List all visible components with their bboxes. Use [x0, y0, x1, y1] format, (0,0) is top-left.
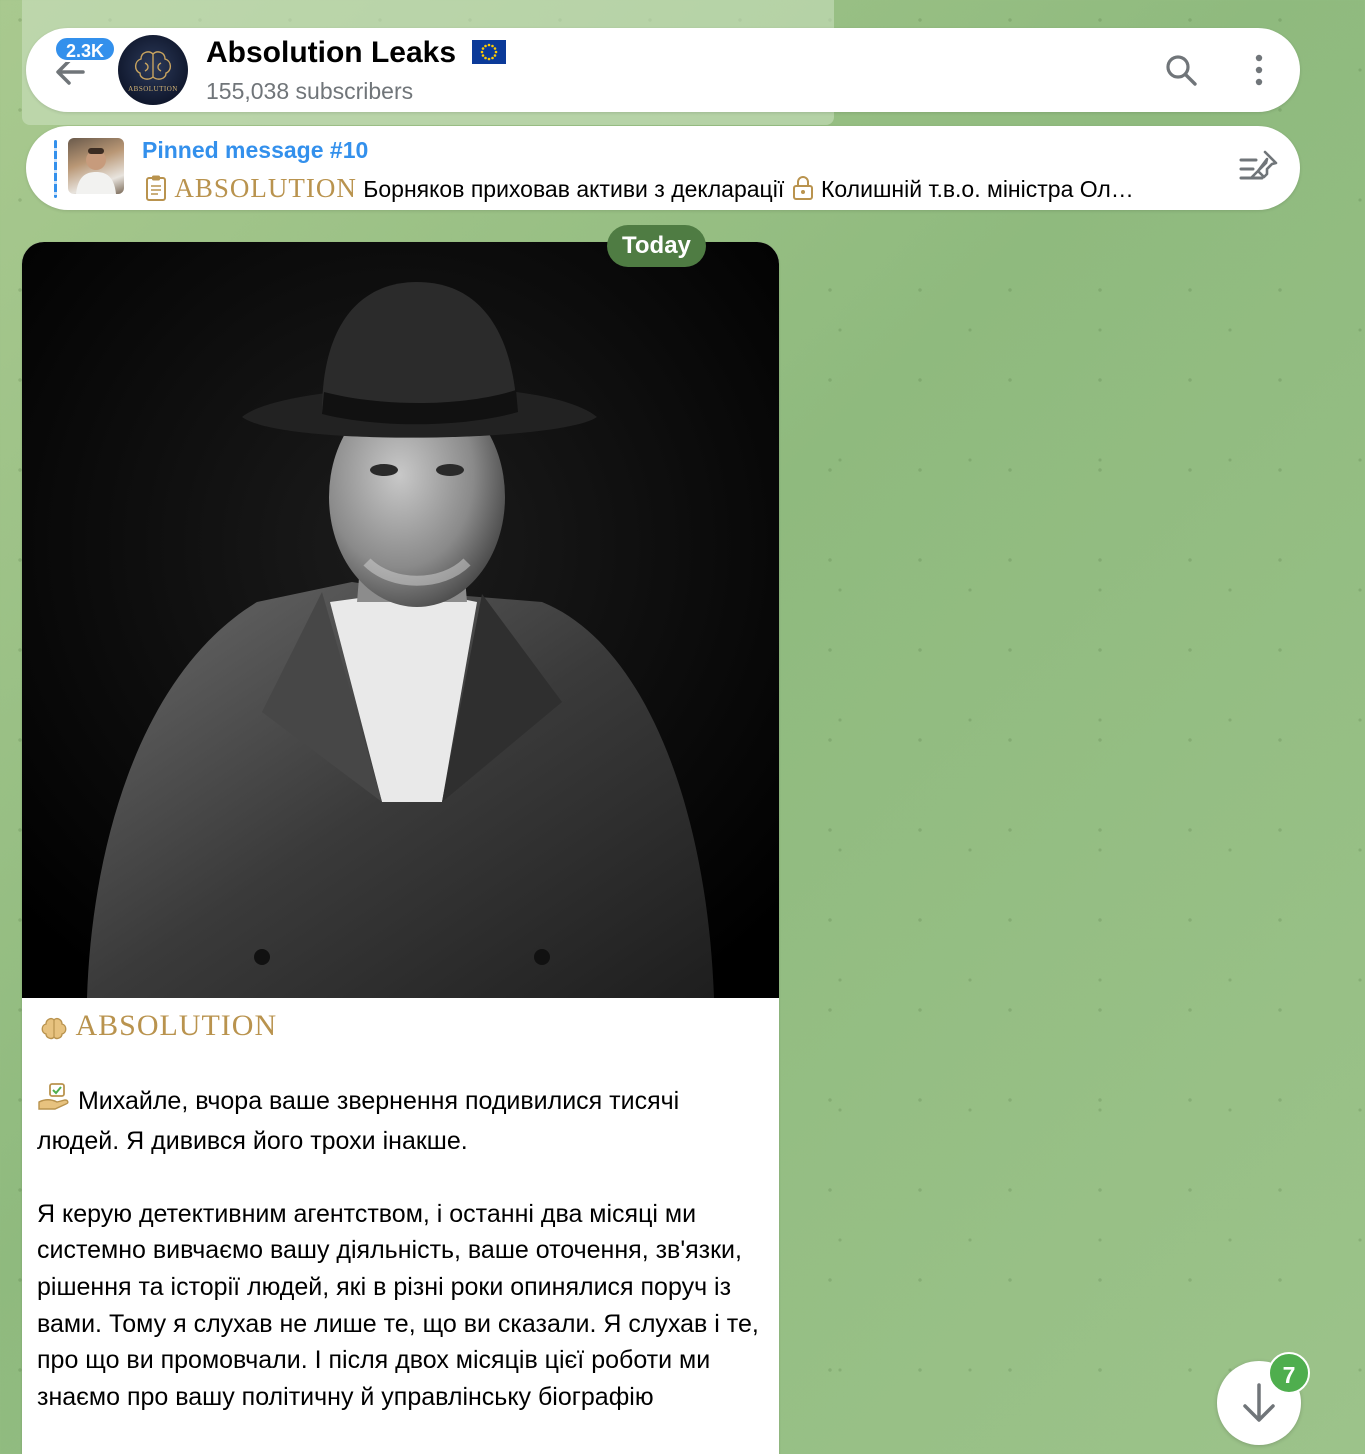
channel-title[interactable]: Absolution Leaks — [206, 36, 507, 70]
clipboard-icon — [144, 174, 168, 203]
pinned-text-part2: Колишній т.в.о. міністра Ол… — [821, 176, 1134, 202]
channel-avatar[interactable]: ABSOLUTION — [118, 35, 188, 105]
unread-count-badge: 2.3K — [54, 36, 116, 62]
pinned-text-part1: Борняков приховав активи з декларації — [363, 176, 785, 202]
pinned-brand: ABSOLUTION — [174, 173, 357, 203]
pinned-thumbnail — [68, 138, 124, 194]
hand-checkmark-icon — [37, 1082, 71, 1123]
message-brand: ABSOLUTION — [37, 1009, 277, 1047]
avatar-label: ABSOLUTION — [128, 85, 178, 93]
more-options-button[interactable] — [1239, 50, 1279, 90]
channel-header[interactable]: ABSOLUTION 2.3K Absolution Leaks 155,038… — [26, 28, 1300, 112]
message-paragraph: Михайле, вчора ваше звернення подивилися… — [37, 1082, 767, 1159]
message-brand-text: ABSOLUTION — [75, 1009, 278, 1042]
pinned-indicator — [54, 140, 57, 198]
message-paragraph: Я керую детективним агентством, і останн… — [37, 1199, 759, 1411]
message-text: Михайле, вчора ваше звернення подивилися… — [37, 1082, 767, 1452]
channel-name: Absolution Leaks — [206, 36, 457, 69]
pinned-title: Pinned message #10 — [142, 137, 369, 163]
eu-flag-icon — [472, 40, 507, 65]
search-icon — [1166, 55, 1197, 86]
message-photo[interactable] — [22, 242, 779, 998]
pinned-list-button[interactable] — [1238, 148, 1280, 188]
pinned-message-bar[interactable]: Pinned message #10 ABSOLUTION Борняков п… — [26, 126, 1300, 210]
subscriber-count: 155,038 subscribers — [206, 78, 414, 104]
date-separator: Today — [607, 225, 706, 267]
more-vertical-icon — [1255, 54, 1263, 86]
new-messages-badge: 7 — [1268, 1352, 1310, 1394]
brain-logo-icon — [134, 51, 172, 80]
brain-icon — [37, 1014, 71, 1047]
pinned-preview: ABSOLUTION Борняков приховав активи з де… — [144, 173, 1206, 203]
search-button[interactable] — [1161, 50, 1201, 90]
channel-message[interactable]: ABSOLUTION Михайле, вчора ваше звернення… — [22, 242, 779, 1454]
lock-icon — [791, 175, 815, 203]
pin-list-icon — [1239, 150, 1278, 180]
